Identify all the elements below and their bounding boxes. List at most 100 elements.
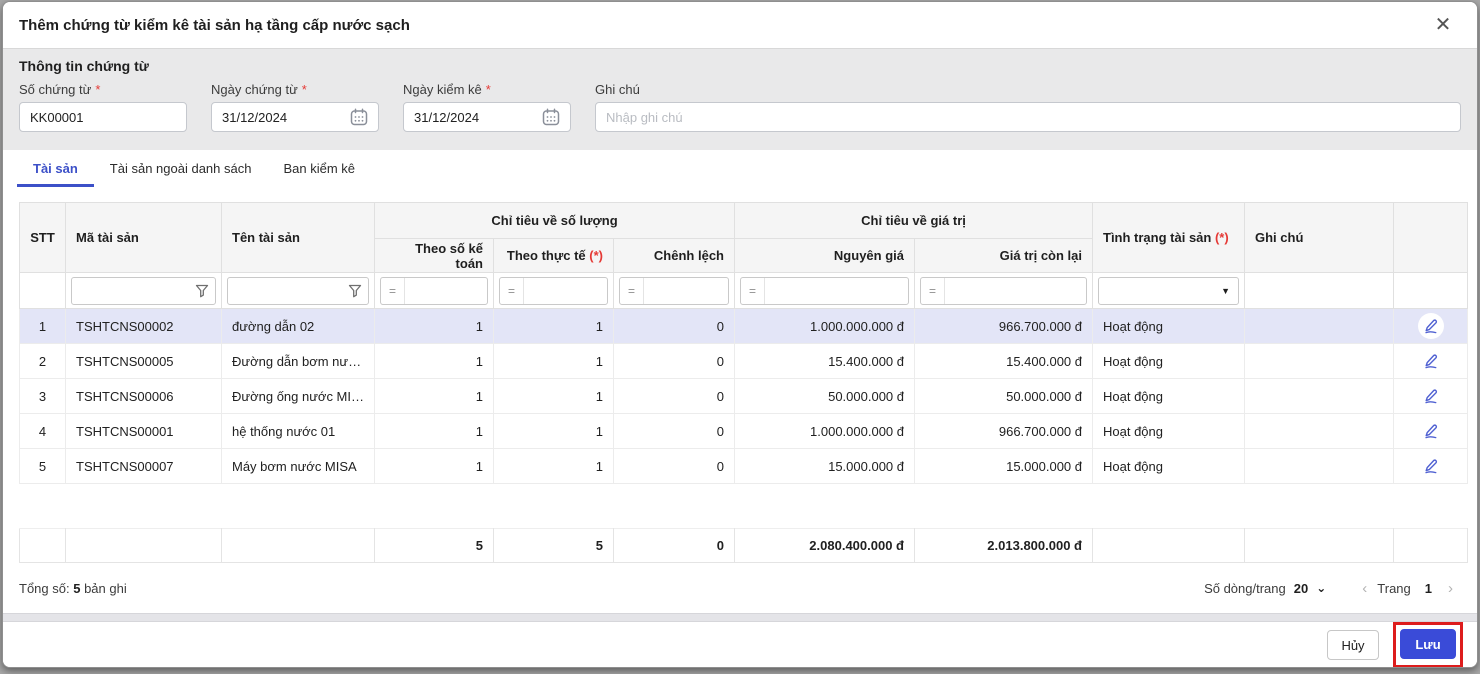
edit-row-button[interactable] bbox=[1417, 418, 1444, 444]
dialog-action-bar: Hủy Lưu bbox=[3, 622, 1477, 667]
document-info-section: Thông tin chứng từ Số chứng từ* Ngày chứ… bbox=[3, 48, 1477, 150]
difference-filter-input[interactable]: = bbox=[619, 276, 729, 305]
col-header-note: Ghi chú bbox=[1244, 202, 1394, 273]
cell-asset-code: TSHTCNS00005 bbox=[65, 343, 222, 379]
chevron-down-icon: ▼ bbox=[1221, 285, 1230, 296]
remaining-value-filter-input[interactable]: = bbox=[920, 276, 1087, 305]
col-group-quantity: Chỉ tiêu về số lượng bbox=[374, 202, 735, 239]
note-label: Ghi chú bbox=[595, 82, 640, 97]
cell-asset-name: Đường dẫn bơm nước ... bbox=[221, 343, 375, 379]
asset-name-filter-input[interactable] bbox=[227, 276, 369, 305]
calendar-icon[interactable] bbox=[350, 108, 368, 126]
cell-stt: 3 bbox=[19, 378, 66, 414]
col-header-asset-status: Tình trạng tài sản (*) bbox=[1092, 202, 1245, 273]
field-note: Ghi chú bbox=[595, 82, 1461, 132]
cell-qty-book: 1 bbox=[374, 378, 494, 414]
equals-operator-icon[interactable]: = bbox=[921, 277, 945, 304]
cell-original-cost: 50.000.000 đ bbox=[734, 378, 915, 414]
page-label: Trang bbox=[1377, 580, 1411, 596]
cell-asset-code: TSHTCNS00007 bbox=[65, 448, 222, 484]
edit-row-button[interactable] bbox=[1417, 453, 1444, 479]
cell-qty-actual: 1 bbox=[493, 378, 614, 414]
required-marker: * bbox=[485, 82, 491, 97]
record-count: Tổng số: 5 bản ghi bbox=[19, 580, 127, 596]
tab-tai-san[interactable]: Tài sản bbox=[17, 150, 94, 187]
page-size-select[interactable]: Số dòng/trang 20 ⌄ bbox=[1204, 581, 1326, 596]
edit-row-button[interactable] bbox=[1417, 383, 1444, 409]
filter-funnel-icon[interactable] bbox=[348, 284, 362, 298]
table-row[interactable]: 2 TSHTCNS00005 Đường dẫn bơm nước ... 1 … bbox=[19, 343, 1468, 379]
cell-remaining-value: 966.700.000 đ bbox=[914, 308, 1093, 344]
page-number: 1 bbox=[1424, 580, 1432, 596]
cell-difference: 0 bbox=[613, 308, 735, 344]
total-original-cost: 2.080.400.000 đ bbox=[734, 528, 915, 563]
table-row[interactable]: 1 TSHTCNS00002 đường dẫn 02 1 1 0 1.000.… bbox=[19, 308, 1468, 344]
tab-ban-kiem-ke[interactable]: Ban kiểm kê bbox=[267, 150, 371, 187]
col-header-remaining-value: Giá trị còn lại bbox=[914, 238, 1093, 273]
save-button[interactable]: Lưu bbox=[1400, 629, 1456, 659]
edit-row-button[interactable] bbox=[1417, 313, 1444, 339]
equals-operator-icon[interactable]: = bbox=[381, 277, 405, 304]
cell-stt: 1 bbox=[19, 308, 66, 344]
cell-note bbox=[1244, 308, 1394, 344]
calendar-icon[interactable] bbox=[542, 108, 560, 126]
equals-operator-icon[interactable]: = bbox=[620, 277, 644, 304]
edit-pencil-icon bbox=[1424, 389, 1437, 404]
equals-operator-icon[interactable]: = bbox=[741, 277, 765, 304]
edit-pencil-icon bbox=[1424, 424, 1437, 439]
cell-stt: 4 bbox=[19, 413, 66, 449]
field-inventory-date: Ngày kiểm kê * bbox=[403, 82, 571, 132]
table-row[interactable]: 4 TSHTCNS00001 hệ thống nước 01 1 1 0 1.… bbox=[19, 413, 1468, 449]
cell-asset-name: hệ thống nước 01 bbox=[221, 413, 375, 449]
col-header-asset-code: Mã tài sản bbox=[65, 202, 222, 273]
qty-book-filter-input[interactable]: = bbox=[380, 276, 488, 305]
note-input[interactable] bbox=[606, 109, 1450, 125]
col-header-actions bbox=[1393, 202, 1468, 273]
table-empty-space bbox=[19, 483, 1468, 529]
col-header-stt: STT bbox=[19, 202, 66, 273]
cell-asset-status: Hoạt động bbox=[1092, 413, 1245, 449]
edit-pencil-icon bbox=[1424, 459, 1437, 474]
equals-operator-icon[interactable]: = bbox=[500, 277, 524, 304]
cell-asset-status: Hoạt động bbox=[1092, 343, 1245, 379]
dialog-title: Thêm chứng từ kiểm kê tài sản hạ tầng cấ… bbox=[19, 16, 410, 34]
document-number-input[interactable] bbox=[30, 109, 176, 125]
red-highlight-annotation: Lưu bbox=[1393, 622, 1463, 667]
inventory-date-label: Ngày kiểm kê bbox=[403, 82, 482, 97]
col-header-qty-book: Theo số kế toán bbox=[374, 238, 494, 273]
document-date-label: Ngày chứng từ bbox=[211, 82, 298, 97]
asset-table: STT Mã tài sản Tên tài sản Chỉ tiêu về s… bbox=[19, 202, 1468, 563]
add-inventory-document-dialog: Thêm chứng từ kiểm kê tài sản hạ tầng cấ… bbox=[2, 1, 1478, 668]
edit-row-button[interactable] bbox=[1417, 348, 1444, 374]
cell-asset-name: Máy bơm nước MISA bbox=[221, 448, 375, 484]
qty-actual-filter-input[interactable]: = bbox=[499, 276, 608, 305]
inventory-date-input[interactable] bbox=[414, 109, 536, 125]
section-title: Thông tin chứng từ bbox=[19, 58, 149, 74]
col-header-difference: Chênh lệch bbox=[613, 238, 735, 273]
cell-original-cost: 1.000.000.000 đ bbox=[734, 413, 915, 449]
previous-page-icon[interactable]: ‹ bbox=[1360, 580, 1369, 597]
cell-remaining-value: 15.000.000 đ bbox=[914, 448, 1093, 484]
cell-remaining-value: 15.400.000 đ bbox=[914, 343, 1093, 379]
cell-difference: 0 bbox=[613, 413, 735, 449]
total-qty-book: 5 bbox=[374, 528, 494, 563]
cell-remaining-value: 966.700.000 đ bbox=[914, 413, 1093, 449]
cell-asset-name: đường dẫn 02 bbox=[221, 308, 375, 344]
filter-funnel-icon[interactable] bbox=[195, 284, 209, 298]
original-cost-filter-input[interactable]: = bbox=[740, 276, 909, 305]
next-page-icon[interactable]: › bbox=[1446, 580, 1455, 597]
cancel-button[interactable]: Hủy bbox=[1327, 630, 1379, 660]
cell-remaining-value: 50.000.000 đ bbox=[914, 378, 1093, 414]
tab-tai-san-ngoai-danh-sach[interactable]: Tài sản ngoài danh sách bbox=[94, 150, 268, 187]
cell-note bbox=[1244, 448, 1394, 484]
list-footer: Tổng số: 5 bản ghi Số dòng/trang 20 ⌄ ‹ … bbox=[3, 563, 1477, 613]
close-icon[interactable]: ✕ bbox=[1429, 11, 1457, 39]
col-header-qty-actual: Theo thực tế (*) bbox=[493, 238, 614, 273]
asset-code-filter-input[interactable] bbox=[71, 276, 216, 305]
table-row[interactable]: 3 TSHTCNS00006 Đường ống nước MISA 1 1 0… bbox=[19, 378, 1468, 414]
status-filter-select[interactable]: ▼ bbox=[1098, 276, 1239, 305]
cell-asset-code: TSHTCNS00001 bbox=[65, 413, 222, 449]
cell-stt: 2 bbox=[19, 343, 66, 379]
document-date-input[interactable] bbox=[222, 109, 344, 125]
table-row[interactable]: 5 TSHTCNS00007 Máy bơm nước MISA 1 1 0 1… bbox=[19, 448, 1468, 484]
